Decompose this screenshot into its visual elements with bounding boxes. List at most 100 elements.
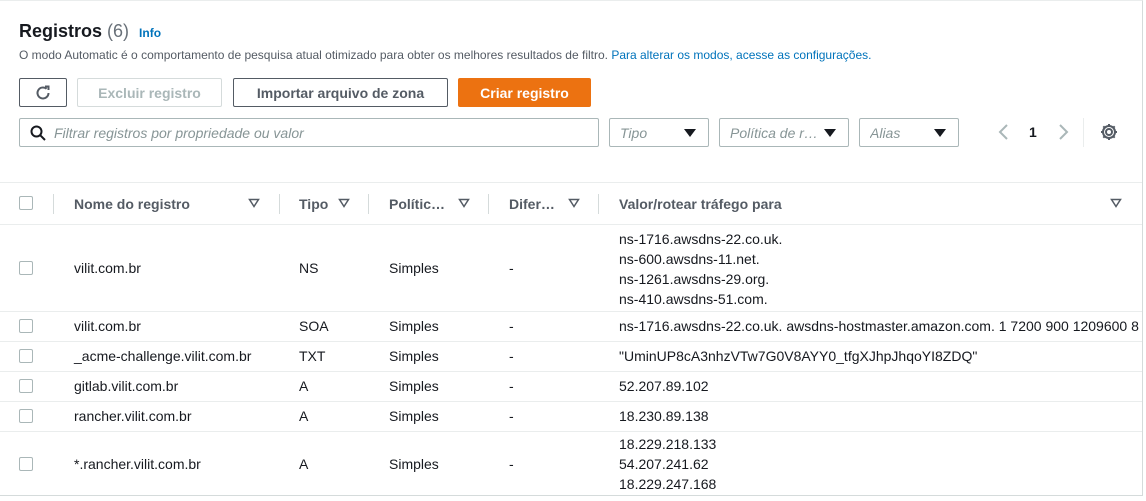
record-differentiator: - (509, 348, 514, 364)
record-value-line: 54.207.241.62 (619, 456, 709, 472)
pagination-divider (1083, 118, 1084, 147)
record-value-line: ns-1716.awsdns-22.co.uk. awsdns-hostmast… (619, 318, 1139, 334)
record-differentiator: - (509, 456, 514, 472)
table-row[interactable]: *.rancher.vilit.com.br A Simples - 18.22… (0, 432, 1142, 495)
record-name: rancher.vilit.com.br (74, 408, 192, 424)
table-row[interactable]: vilit.com.br NS Simples - ns-1716.awsdns… (0, 225, 1142, 312)
record-policy: Simples (389, 456, 439, 472)
import-zone-file-button[interactable]: Importar arquivo de zona (233, 78, 448, 107)
sort-down-icon[interactable] (568, 198, 580, 208)
type-filter-placeholder: Tipo (620, 124, 648, 141)
record-value-line: 18.229.218.133 (619, 436, 717, 452)
record-differentiator: - (509, 408, 514, 424)
record-count: (6) (107, 21, 130, 41)
next-page-icon[interactable] (1055, 122, 1071, 142)
column-header-value[interactable]: Valor/rotear tráfego para (619, 183, 782, 224)
info-link[interactable]: Info (139, 26, 161, 40)
record-policy: Simples (389, 348, 439, 364)
column-divider (279, 194, 280, 214)
column-header-label: Difer… (509, 195, 555, 212)
sort-down-icon[interactable] (338, 198, 350, 208)
record-policy: Simples (389, 408, 439, 424)
select-all-checkbox[interactable] (19, 196, 33, 210)
panel-header: Registros (6) Info (19, 21, 161, 45)
column-header-routing-policy[interactable]: Polític… (389, 183, 445, 224)
record-value: "UminUP8cA3nhzVTw7G0V8AYY0_tfgXJhpJhqoYI… (619, 346, 977, 366)
record-differentiator: - (509, 318, 514, 334)
record-type: TXT (299, 348, 326, 364)
record-value-line: ns-600.awsdns-11.net. (619, 251, 760, 267)
record-value-line: ns-410.awsdns-51.com. (619, 291, 768, 307)
create-record-button[interactable]: Criar registro (458, 78, 591, 107)
record-type: SOA (299, 318, 329, 334)
caret-down-icon (684, 128, 696, 137)
record-value: ns-1716.awsdns-22.co.uk. ns-600.awsdns-1… (619, 229, 782, 309)
row-checkbox[interactable] (19, 261, 33, 275)
record-differentiator: - (509, 260, 514, 276)
record-value: ns-1716.awsdns-22.co.uk. awsdns-hostmast… (619, 316, 1139, 336)
record-value-line: "UminUP8cA3nhzVTw7G0V8AYY0_tfgXJhpJhqoYI… (619, 348, 978, 364)
search-icon (30, 125, 46, 141)
record-type: A (299, 408, 309, 424)
search-input[interactable]: Filtrar registros por propriedade ou val… (19, 118, 599, 147)
record-name: vilit.com.br (74, 318, 141, 334)
record-value-line: 52.207.89.102 (619, 378, 709, 394)
record-type: A (299, 378, 309, 394)
record-policy: Simples (389, 378, 439, 394)
caret-down-icon (824, 128, 836, 137)
row-checkbox[interactable] (19, 379, 33, 393)
record-value-line: 18.230.89.138 (619, 408, 709, 424)
column-header-record-name[interactable]: Nome do registro (74, 183, 190, 224)
page-title: Registros (19, 21, 103, 41)
table-row[interactable]: rancher.vilit.com.br A Simples - 18.230.… (0, 402, 1142, 432)
type-filter-select[interactable]: Tipo (609, 118, 709, 147)
search-placeholder: Filtrar registros por propriedade ou val… (54, 124, 304, 141)
sort-down-icon[interactable] (458, 198, 470, 208)
record-name: vilit.com.br (74, 260, 141, 276)
record-name: gitlab.vilit.com.br (74, 378, 179, 394)
column-divider (53, 194, 54, 214)
record-name: *.rancher.vilit.com.br (74, 456, 201, 472)
refresh-icon (36, 85, 50, 99)
settings-link[interactable]: Para alterar os modos, acesse as configu… (611, 48, 871, 62)
record-type: A (299, 456, 309, 472)
search-mode-description: O modo Automatic é o comportamento de pe… (19, 48, 871, 62)
column-header-label: Tipo (299, 195, 329, 212)
previous-page-icon[interactable] (996, 122, 1012, 142)
column-header-label: Valor/rotear tráfego para (619, 195, 782, 212)
row-checkbox[interactable] (19, 409, 33, 423)
alias-filter-select[interactable]: Alias (859, 118, 959, 147)
record-value: 52.207.89.102 (619, 376, 709, 396)
records-panel: Registros (6) Info O modo Automatic é o … (0, 0, 1143, 496)
record-value: 18.230.89.138 (619, 406, 709, 426)
column-header-type[interactable]: Tipo (299, 183, 328, 224)
record-policy: Simples (389, 318, 439, 334)
routing-policy-filter-select[interactable]: Política de r… (719, 118, 849, 147)
record-value-line: ns-1716.awsdns-22.co.uk. (619, 231, 783, 247)
record-value: 18.229.218.133 54.207.241.62 18.229.247.… (619, 434, 716, 494)
row-checkbox[interactable] (19, 319, 33, 333)
row-checkbox[interactable] (19, 457, 33, 471)
record-value-line: ns-1261.awsdns-29.org. (619, 271, 770, 287)
sort-down-icon[interactable] (248, 198, 260, 208)
table-row[interactable]: vilit.com.br SOA Simples - ns-1716.awsdn… (0, 312, 1142, 342)
row-checkbox[interactable] (19, 349, 33, 363)
caret-down-icon (934, 128, 946, 137)
current-page-number[interactable]: 1 (1029, 124, 1037, 140)
column-header-label: Polític… (389, 195, 446, 212)
column-header-differentiator[interactable]: Difer… (509, 183, 555, 224)
record-type: NS (299, 260, 319, 276)
description-text: O modo Automatic é o comportamento de pe… (19, 48, 608, 62)
table-header: Nome do registro Tipo Polític… Difer… Va… (0, 182, 1142, 225)
gear-icon[interactable] (1099, 122, 1119, 142)
record-name: _acme-challenge.vilit.com.br (74, 348, 252, 364)
table-row[interactable]: _acme-challenge.vilit.com.br TXT Simples… (0, 342, 1142, 372)
refresh-button[interactable] (19, 78, 67, 107)
delete-record-button[interactable]: Excluir registro (77, 78, 222, 107)
sort-down-icon[interactable] (1110, 198, 1122, 208)
column-divider (488, 194, 489, 214)
column-header-label: Nome do registro (74, 195, 190, 212)
policy-filter-placeholder: Política de r… (730, 124, 818, 141)
record-value-line: 18.229.247.168 (619, 476, 717, 492)
table-row[interactable]: gitlab.vilit.com.br A Simples - 52.207.8… (0, 372, 1142, 402)
